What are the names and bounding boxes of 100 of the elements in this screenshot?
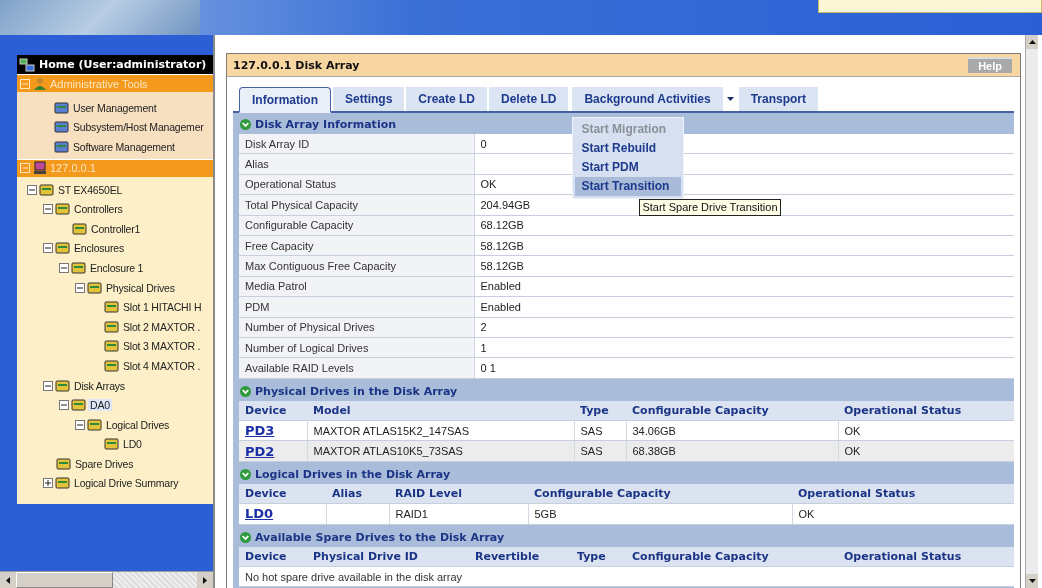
table-cell: SAS xyxy=(580,424,603,437)
horizontal-scrollbar[interactable] xyxy=(0,571,213,588)
tree-item[interactable]: User Management xyxy=(71,101,159,114)
table-cell: Alias xyxy=(239,153,474,175)
device-icon xyxy=(55,202,70,217)
device-icon xyxy=(55,476,70,491)
tree-item[interactable]: Physical Drives xyxy=(104,281,177,294)
column-header: Operational Status xyxy=(838,546,1014,567)
tree-item[interactable]: Software Management xyxy=(71,141,177,153)
tab[interactable]: Information xyxy=(239,87,331,113)
tree-item[interactable]: Enclosures xyxy=(72,242,126,255)
column-header: Type xyxy=(574,400,626,421)
user-icon xyxy=(33,76,47,91)
tree-item[interactable]: Disk Arrays xyxy=(72,379,127,392)
chevron-down-icon xyxy=(240,385,251,397)
section-heading[interactable]: Available Spare Drives to the Disk Array xyxy=(239,527,505,547)
tree-item[interactable]: Spare Drives xyxy=(73,457,136,470)
section-heading[interactable]: Physical Drives in the Disk Array xyxy=(239,381,458,401)
collapse-icon[interactable] xyxy=(59,262,69,273)
scroll-right-icon xyxy=(203,576,207,584)
scroll-left-button[interactable] xyxy=(0,572,16,588)
collapse-icon[interactable] xyxy=(59,400,69,411)
tree-item[interactable]: Subsystem/Host Managemer xyxy=(71,121,206,134)
tooltip: Start Spare Drive Transition xyxy=(639,199,781,216)
tree-home-item[interactable]: Home (User:administrator) xyxy=(17,55,213,74)
tree-item[interactable]: LD0 xyxy=(121,438,144,451)
menu-item[interactable]: Start PDM xyxy=(575,158,682,177)
device-icon xyxy=(54,140,69,154)
column-header: Alias xyxy=(326,483,389,504)
table-cell: Total Physical Capacity xyxy=(239,194,474,216)
table-cell: Configurable Capacity xyxy=(239,215,474,236)
table-cell: 2 xyxy=(474,317,1014,338)
tree-item[interactable]: Slot 2 MAXTOR . xyxy=(121,320,203,333)
device-icon xyxy=(54,120,69,135)
section-heading[interactable]: Disk Array Information xyxy=(239,115,397,134)
collapse-icon[interactable] xyxy=(75,282,85,293)
table-cell: OK xyxy=(844,424,861,437)
scroll-up-button[interactable] xyxy=(1026,35,1038,49)
table-cell: 58.12GB xyxy=(474,235,1014,256)
tab[interactable]: Settings xyxy=(333,87,405,113)
column-header: RAID Level xyxy=(389,483,528,504)
device-icon xyxy=(87,280,102,295)
chevron-down-icon xyxy=(240,119,251,130)
column-header: Physical Drive ID xyxy=(307,546,469,567)
table-cell: Available RAID Levels xyxy=(239,357,474,379)
table-cell: OK xyxy=(798,507,815,520)
table-cell: RAID1 xyxy=(395,507,428,520)
column-header: Configurable Capacity xyxy=(528,483,792,504)
chevron-down-icon xyxy=(240,468,251,480)
tree-item[interactable]: DA0 xyxy=(88,399,112,412)
device-icon xyxy=(55,241,70,256)
device-icon xyxy=(71,260,86,275)
expand-icon[interactable] xyxy=(43,478,53,489)
device-icon xyxy=(72,221,87,236)
table-cell: MAXTOR ATLAS15K2_147SAS xyxy=(313,424,469,437)
tab[interactable]: Delete LD xyxy=(489,87,569,113)
table-cell: Media Patrol xyxy=(239,276,474,297)
tree-item[interactable]: Controller1 xyxy=(89,222,143,235)
tab[interactable]: Create LD xyxy=(406,87,488,113)
device-icon xyxy=(104,319,119,334)
tree-item[interactable]: Controllers xyxy=(72,203,125,216)
table-cell: 58.12GB xyxy=(474,255,1014,277)
table-cell: Enabled xyxy=(474,276,1014,297)
table-cell: 68.12GB xyxy=(474,215,1014,236)
tree-item[interactable]: Slot 3 MAXTOR . xyxy=(121,340,203,353)
panel-title: 127.0.0.1 Disk Array xyxy=(233,58,360,72)
collapse-icon[interactable] xyxy=(43,243,53,254)
device-icon xyxy=(56,456,71,471)
table-cell: Disk Array ID xyxy=(239,134,474,154)
tab[interactable]: Transport xyxy=(738,87,818,113)
table-cell: MAXTOR ATLAS10K5_73SAS xyxy=(313,445,463,458)
vertical-scrollbar[interactable] xyxy=(1025,35,1038,588)
device-icon xyxy=(71,398,86,413)
scroll-down-icon xyxy=(1028,579,1036,583)
tree-item[interactable]: Logical Drive Summary xyxy=(72,477,181,490)
column-header: Revertible xyxy=(469,546,571,567)
collapse-icon[interactable] xyxy=(27,184,37,195)
section-heading[interactable]: Logical Drives in the Disk Array xyxy=(239,464,451,484)
collapse-icon[interactable] xyxy=(43,204,53,215)
tree-item[interactable]: Slot 1 HITACHI H xyxy=(121,301,204,314)
column-header: Configurable Capacity xyxy=(626,400,838,421)
collapse-icon[interactable] xyxy=(75,419,85,430)
scroll-right-button[interactable] xyxy=(197,572,213,588)
device-icon xyxy=(87,417,102,432)
tree-item[interactable]: Slot 4 MAXTOR . xyxy=(121,359,203,372)
column-header: Model xyxy=(307,400,574,421)
tree-item[interactable]: Enclosure 1 xyxy=(88,261,146,274)
table-cell: 68.38GB xyxy=(632,445,676,458)
scroll-left-icon xyxy=(6,576,10,584)
tree-item[interactable]: ST EX4650EL xyxy=(56,183,125,196)
tab[interactable]: Background Activities xyxy=(572,87,723,113)
collapse-icon[interactable] xyxy=(43,380,53,391)
scroll-down-button[interactable] xyxy=(1026,574,1038,588)
tree-item[interactable]: Logical Drives xyxy=(104,418,172,431)
table-cell: Enabled xyxy=(474,296,1014,317)
empty-message: No hot spare drive available in the disk array xyxy=(245,570,463,583)
column-header: Device xyxy=(239,483,326,504)
device-icon xyxy=(104,339,119,354)
menu-item[interactable]: Start Transition xyxy=(575,177,682,196)
table-cell: PDM xyxy=(239,296,474,317)
